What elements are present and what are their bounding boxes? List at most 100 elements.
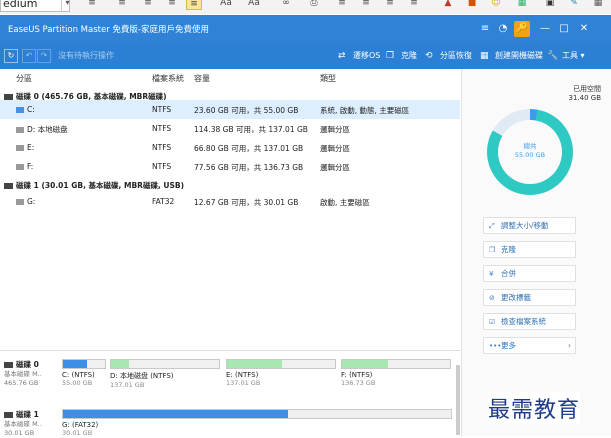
- tools-label: 工具 ▾: [562, 51, 585, 60]
- help-icon[interactable]: ◔: [495, 21, 511, 37]
- tools-menu-button[interactable]: 🔧 工具 ▾: [547, 49, 585, 63]
- migrate-icon: ⇄: [338, 51, 346, 61]
- font-shrink-icon[interactable]: Aa: [246, 0, 262, 10]
- disk-card-0[interactable]: 磁碟 0 基本磁碟 M.. 465.76 GB: [4, 359, 56, 388]
- partition-recovery-button[interactable]: ⟲ 分區恢復: [425, 49, 472, 63]
- more-button[interactable]: •••更多 ›: [483, 337, 576, 354]
- disk-map: 磁碟 0 基本磁碟 M.. 465.76 GB C: (NTFS) 55.00 …: [0, 350, 460, 438]
- print-icon[interactable]: ⎙: [306, 0, 322, 10]
- para-icon-1[interactable]: ≡: [334, 0, 350, 10]
- partition-name: F:: [16, 162, 33, 171]
- partition-recovery-label: 分區恢復: [440, 51, 472, 60]
- partition-type: 邏輯分區: [320, 144, 350, 153]
- disk-map-partition-g[interactable]: G: (FAT32) 30.01 GB: [62, 409, 452, 437]
- usage-ring-chart: 總共 55.00 GB: [487, 109, 573, 195]
- check-icon: ☑: [489, 318, 496, 326]
- partition-row-g[interactable]: G: FAT32 12.67 GB 可用，共 30.01 GB 啟動, 主要磁區: [0, 192, 460, 211]
- table-icon[interactable]: ▦: [514, 0, 530, 10]
- partition-name: D: 本地磁盘: [16, 124, 68, 135]
- partition-row-f[interactable]: F: NTFS 77.56 GB 可用，共 136.73 GB 邏輯分區: [0, 157, 460, 176]
- link-icon[interactable]: ∞: [278, 0, 294, 10]
- partition-size: 55.00 GB: [62, 379, 93, 387]
- partition-icon: [16, 145, 24, 151]
- ring-value: 55.00 GB: [514, 151, 546, 159]
- partition-table-header: 分區 檔案系統 容量 類型: [0, 69, 460, 87]
- partition-row-d[interactable]: D: 本地磁盘 NTFS 114.38 GB 可用，共 137.01 GB 邏輯…: [0, 119, 460, 138]
- undo-button[interactable]: ↶: [22, 49, 36, 63]
- col-type[interactable]: 類型: [320, 73, 336, 84]
- disk-card-type: 基本磁碟 M..: [4, 420, 42, 428]
- create-boot-disk-label: 創建開機磁碟: [495, 51, 543, 60]
- migrate-os-label: 遷移OS: [353, 51, 381, 60]
- disk-icon: [4, 183, 13, 189]
- align-left-icon[interactable]: ≡: [114, 0, 130, 10]
- resize-icon: ⤢: [489, 222, 495, 230]
- disk-card-1[interactable]: 磁碟 1 基本磁碟 M.. 30.01 GB: [4, 409, 56, 438]
- partition-fs: NTFS: [152, 162, 172, 171]
- disk-card-name: 磁碟 1: [4, 409, 56, 420]
- minimize-button[interactable]: —: [537, 21, 553, 37]
- wrench-icon: 🔧: [547, 51, 559, 61]
- partition-fs: NTFS: [152, 105, 172, 114]
- redo-button[interactable]: ↷: [37, 49, 51, 63]
- disk-map-partition-e[interactable]: E: (NTFS) 137.01 GB: [226, 359, 336, 387]
- partition-name: E:: [16, 143, 34, 152]
- partition-master-window: EaseUS Partition Master 免費版-家庭用戶免費使用 ≡ ◔…: [0, 15, 611, 438]
- pending-operations-label[interactable]: 沒有待執行操作: [58, 50, 114, 61]
- para-icon-4[interactable]: ≡: [406, 0, 422, 10]
- align-center-icon[interactable]: ≡: [140, 0, 156, 10]
- clone-partition-button[interactable]: ❐ 克隆: [483, 241, 576, 258]
- used-space-value: 31.40 GB: [568, 94, 602, 102]
- partition-type: 邏輯分區: [320, 125, 350, 134]
- box-icon[interactable]: ■: [464, 0, 480, 10]
- menu-icon[interactable]: ≡: [477, 21, 493, 37]
- edit-icon[interactable]: ✎: [566, 0, 582, 10]
- disk-map-partition-f[interactable]: F: (NTFS) 136.73 GB: [341, 359, 451, 387]
- partition-capacity: 23.60 GB 可用，共 55.00 GB: [194, 106, 299, 115]
- partition-row-e[interactable]: E: NTFS 66.80 GB 可用，共 137.01 GB 邏輯分區: [0, 138, 460, 157]
- resize-move-button[interactable]: ⤢ 調整大小/移動: [483, 217, 576, 234]
- grid-icon[interactable]: ▦: [590, 0, 606, 10]
- col-partition[interactable]: 分區: [16, 73, 32, 84]
- para-icon-2[interactable]: ≡: [358, 0, 374, 10]
- migrate-os-button[interactable]: ⇄ 遷移OS: [338, 49, 380, 63]
- font-grow-icon[interactable]: Aa: [218, 0, 234, 10]
- create-boot-disk-button[interactable]: ▦ 創建開機磁碟: [480, 49, 543, 63]
- font-dropdown-arrow[interactable]: ▾: [61, 0, 73, 12]
- tag-icon: ⊘: [489, 294, 495, 302]
- usage-fill: [227, 360, 283, 368]
- font-size-box[interactable]: edium: [0, 0, 70, 12]
- disk-icon: [4, 412, 13, 418]
- check-filesystem-button[interactable]: ☑ 檢查檔案系統: [483, 313, 576, 330]
- align-right-icon[interactable]: ≡: [164, 0, 180, 10]
- col-filesystem[interactable]: 檔案系統: [152, 73, 184, 84]
- partition-capacity: 66.80 GB 可用，共 137.01 GB: [194, 144, 304, 153]
- change-label-button[interactable]: ⊘ 更改標籤: [483, 289, 576, 306]
- vertical-scrollbar[interactable]: [456, 365, 460, 435]
- partition-row-c[interactable]: C: NTFS 23.60 GB 可用，共 55.00 GB 系統, 啟動, 動…: [0, 100, 460, 119]
- frame-icon[interactable]: ▣: [542, 0, 558, 10]
- para-icon-3[interactable]: ≡: [382, 0, 398, 10]
- check-filesystem-label: 檢查檔案系統: [501, 317, 546, 326]
- partition-icon: [16, 127, 24, 133]
- resize-move-label: 調整大小/移動: [501, 221, 549, 230]
- close-button[interactable]: ✕: [576, 21, 592, 37]
- disk-map-partition-d[interactable]: D: 本地磁盘 (NTFS) 137.01 GB: [110, 359, 220, 389]
- justify-icon[interactable]: ≡: [186, 0, 202, 10]
- disk-card-size: 30.01 GB: [4, 429, 35, 437]
- clone-button[interactable]: ❐ 克隆: [386, 49, 417, 63]
- key-icon[interactable]: 🔑: [514, 21, 530, 37]
- used-space-label: 已用空間: [573, 85, 601, 93]
- partition-fs: FAT32: [152, 197, 175, 206]
- disk-icon: [4, 362, 13, 368]
- usage-legend: 已用空間 31.40 GB: [569, 85, 602, 103]
- refresh-button[interactable]: ↻: [4, 49, 18, 63]
- disk-map-partition-c[interactable]: C: (NTFS) 55.00 GB: [62, 359, 106, 387]
- col-capacity[interactable]: 容量: [194, 73, 210, 84]
- list-icon[interactable]: ≡: [84, 0, 100, 10]
- merge-button[interactable]: ¥ 合併: [483, 265, 576, 282]
- smiley-icon[interactable]: ☺: [488, 0, 504, 10]
- maximize-button[interactable]: □: [556, 21, 572, 37]
- disk-card-name: 磁碟 0: [4, 359, 56, 370]
- shape-icon[interactable]: ▲: [440, 0, 456, 10]
